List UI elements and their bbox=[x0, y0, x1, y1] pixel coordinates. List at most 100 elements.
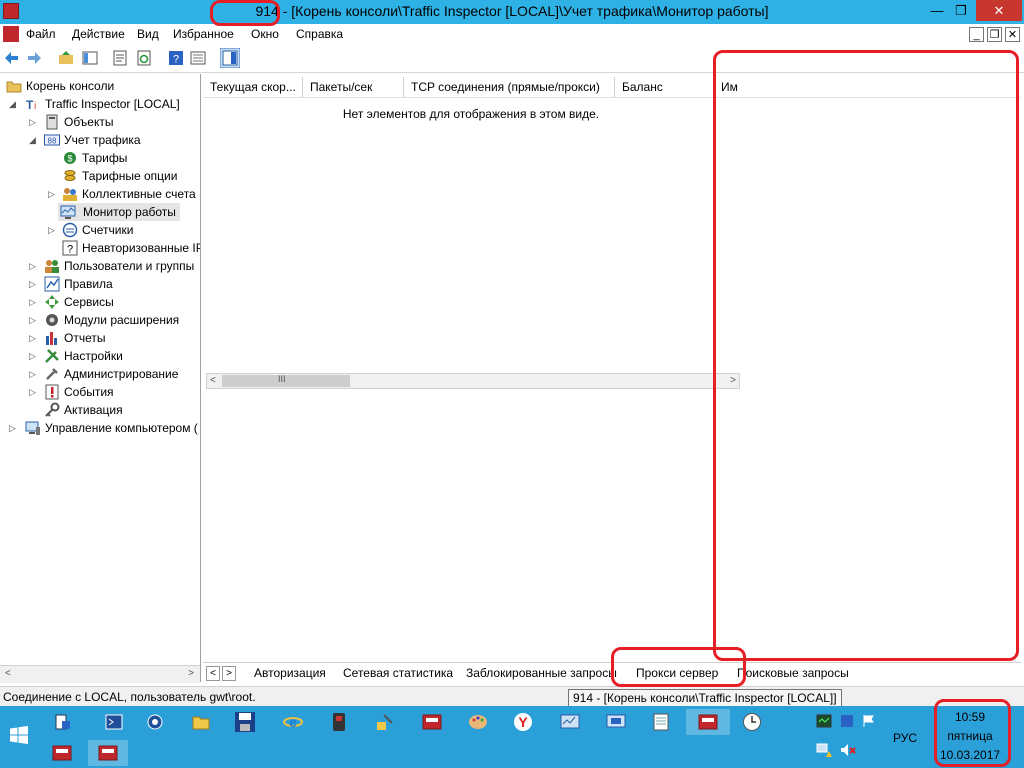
tray-app-icon[interactable] bbox=[840, 714, 854, 728]
maximize-button[interactable]: ❐ bbox=[944, 0, 978, 21]
export-list-icon[interactable] bbox=[190, 50, 206, 66]
properties-icon[interactable] bbox=[112, 50, 128, 66]
tree-item-label: Администрирование bbox=[64, 367, 179, 381]
status-bar: Соединение с LOCAL, пользователь gwt\roo… bbox=[0, 686, 1024, 707]
tree-item-label: Учет трафика bbox=[64, 133, 141, 147]
up-folder-icon[interactable] bbox=[58, 50, 74, 66]
column-header-current-speed[interactable]: Текущая скор... bbox=[203, 77, 303, 97]
expand-icon[interactable]: ▷ bbox=[28, 113, 37, 131]
objects-icon bbox=[46, 114, 58, 130]
server-manager-icon[interactable] bbox=[54, 713, 72, 731]
internet-explorer-icon[interactable]: e bbox=[283, 713, 303, 731]
menu-favorites[interactable]: Избранное bbox=[173, 27, 234, 41]
expand-icon[interactable]: ▷ bbox=[47, 221, 56, 239]
scroll-right-icon[interactable]: > bbox=[188, 668, 194, 679]
network-tool-icon[interactable] bbox=[376, 713, 394, 731]
forward-arrow-icon[interactable] bbox=[26, 50, 42, 66]
expand-icon[interactable]: ▷ bbox=[28, 329, 37, 347]
menu-help[interactable]: Справка bbox=[296, 27, 343, 41]
close-button[interactable]: ✕ bbox=[976, 0, 1022, 21]
explorer-icon[interactable] bbox=[192, 713, 210, 731]
menu-file[interactable]: Файл bbox=[26, 27, 56, 41]
highlight-empty-column-area bbox=[713, 50, 1019, 661]
reports-icon bbox=[46, 332, 57, 345]
tree-item-label: Коллективные счета bbox=[82, 187, 196, 201]
usb-device-icon[interactable] bbox=[330, 712, 348, 732]
tree-item-label: Тарифы bbox=[82, 151, 128, 165]
paint-icon[interactable] bbox=[468, 713, 488, 731]
document-icon[interactable] bbox=[3, 26, 19, 42]
highlight-clock bbox=[934, 699, 1011, 767]
admin-icon bbox=[46, 368, 58, 380]
mdi-minimize-button[interactable]: _ bbox=[969, 27, 984, 42]
tree-horizontal-scrollbar[interactable]: < > bbox=[0, 665, 200, 683]
horizontal-scrollbar[interactable]: < III > bbox=[206, 373, 740, 389]
tab-network-statistics[interactable]: Сетевая статистика bbox=[343, 666, 453, 680]
action-center-flag-icon[interactable] bbox=[862, 714, 876, 728]
key-icon bbox=[45, 402, 60, 417]
expand-icon[interactable]: ▷ bbox=[28, 275, 37, 293]
windows-start-icon[interactable] bbox=[10, 726, 28, 744]
empty-list-message: Нет элементов для отображения в этом вид… bbox=[342, 107, 600, 121]
powershell-icon[interactable] bbox=[105, 713, 123, 731]
taskbar-window-1[interactable] bbox=[42, 740, 82, 766]
notepad-icon[interactable] bbox=[652, 713, 670, 731]
expand-icon[interactable]: ▷ bbox=[28, 311, 37, 329]
taskbar-window-2[interactable] bbox=[88, 740, 128, 766]
expand-icon[interactable]: ▷ bbox=[28, 257, 37, 275]
folder-icon bbox=[6, 81, 22, 93]
monitor-icon bbox=[60, 205, 76, 219]
tray-monitor-icon[interactable] bbox=[816, 714, 832, 728]
menu-view[interactable]: Вид bbox=[137, 27, 159, 41]
yandex-browser-icon[interactable]: Y bbox=[513, 712, 533, 732]
expand-icon[interactable]: ▷ bbox=[28, 383, 37, 401]
help-icon[interactable]: ? bbox=[168, 50, 184, 66]
remote-desktop-icon[interactable] bbox=[606, 713, 626, 731]
clock-app-icon[interactable] bbox=[742, 712, 762, 732]
column-header-packets[interactable]: Пакеты/сек bbox=[303, 77, 404, 97]
show-hide-tree-icon[interactable] bbox=[82, 50, 98, 66]
tree-item-label: Правила bbox=[64, 277, 113, 291]
expand-icon[interactable]: ▷ bbox=[28, 365, 37, 383]
expand-icon[interactable]: ▷ bbox=[8, 419, 17, 437]
tree-item-label: Счетчики bbox=[82, 223, 134, 237]
traffic-inspector-app-icon bbox=[98, 745, 118, 761]
expand-icon[interactable]: ▷ bbox=[28, 293, 37, 311]
tab-blocked-requests[interactable]: Заблокированные запросы bbox=[466, 666, 617, 680]
scroll-left-icon[interactable]: < bbox=[210, 375, 216, 386]
counter-icon bbox=[62, 222, 78, 238]
expand-icon[interactable]: ▷ bbox=[28, 347, 37, 365]
volume-muted-icon[interactable] bbox=[840, 742, 856, 758]
traffic-inspector-app-icon[interactable] bbox=[422, 713, 442, 731]
tree-item-work-monitor[interactable]: Монитор работы bbox=[58, 203, 180, 221]
tab-scroll-left-icon[interactable]: < bbox=[206, 666, 220, 681]
ti-logo-icon: Ti bbox=[26, 98, 36, 112]
network-monitor-icon[interactable] bbox=[560, 713, 580, 731]
ie-classic-icon[interactable] bbox=[146, 713, 164, 731]
collapse-icon[interactable]: ◢ bbox=[8, 95, 17, 113]
input-language[interactable]: РУС bbox=[893, 731, 917, 745]
show-action-pane-icon[interactable] bbox=[220, 48, 240, 68]
console-tree[interactable]: Корень консоли ◢ Ti Traffic Inspector [L… bbox=[0, 74, 201, 682]
refresh-icon[interactable] bbox=[136, 50, 152, 66]
menu-action[interactable]: Действие bbox=[72, 27, 125, 41]
active-app-button[interactable] bbox=[686, 709, 730, 735]
save-disk-icon[interactable] bbox=[234, 711, 256, 733]
tab-search-queries[interactable]: Поисковые запросы bbox=[737, 666, 849, 680]
column-header-tcp-connections[interactable]: TCP соединения (прямые/прокси) bbox=[404, 77, 615, 97]
scroll-left-icon[interactable]: < bbox=[5, 668, 11, 679]
tab-authorization[interactable]: Авторизация bbox=[254, 666, 326, 680]
expand-icon[interactable]: ▷ bbox=[47, 185, 56, 203]
menu-window[interactable]: Окно bbox=[251, 27, 279, 41]
mdi-close-button[interactable]: ✕ bbox=[1005, 27, 1020, 42]
column-header-balance[interactable]: Баланс bbox=[615, 77, 715, 97]
scroll-thumb[interactable]: III bbox=[222, 374, 350, 387]
collapse-icon[interactable]: ◢ bbox=[28, 131, 37, 149]
tab-scroll-right-icon[interactable]: > bbox=[222, 666, 236, 681]
network-warning-icon[interactable] bbox=[816, 742, 832, 758]
rules-icon bbox=[44, 276, 60, 292]
back-arrow-icon[interactable] bbox=[4, 50, 20, 66]
mdi-restore-button[interactable]: ❐ bbox=[987, 27, 1002, 42]
tree-item-label: События bbox=[64, 385, 114, 399]
group-account-icon bbox=[63, 188, 77, 201]
